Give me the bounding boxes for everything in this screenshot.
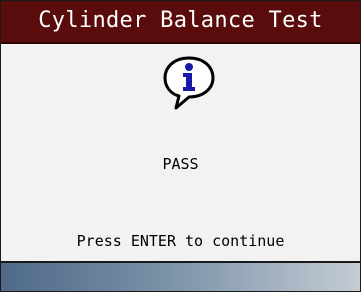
message-panel: PASS Press ENTER to continue xyxy=(1,44,360,262)
scan-tool-screen: Cylinder Balance Test PASS Press ENTER t… xyxy=(0,0,361,292)
continue-prompt: Press ENTER to continue xyxy=(76,232,285,250)
info-icon xyxy=(163,56,215,110)
test-result-text: PASS xyxy=(162,155,199,173)
bottom-status-bar xyxy=(1,261,360,291)
title-bar: Cylinder Balance Test xyxy=(1,1,360,44)
screen-title: Cylinder Balance Test xyxy=(38,8,323,33)
